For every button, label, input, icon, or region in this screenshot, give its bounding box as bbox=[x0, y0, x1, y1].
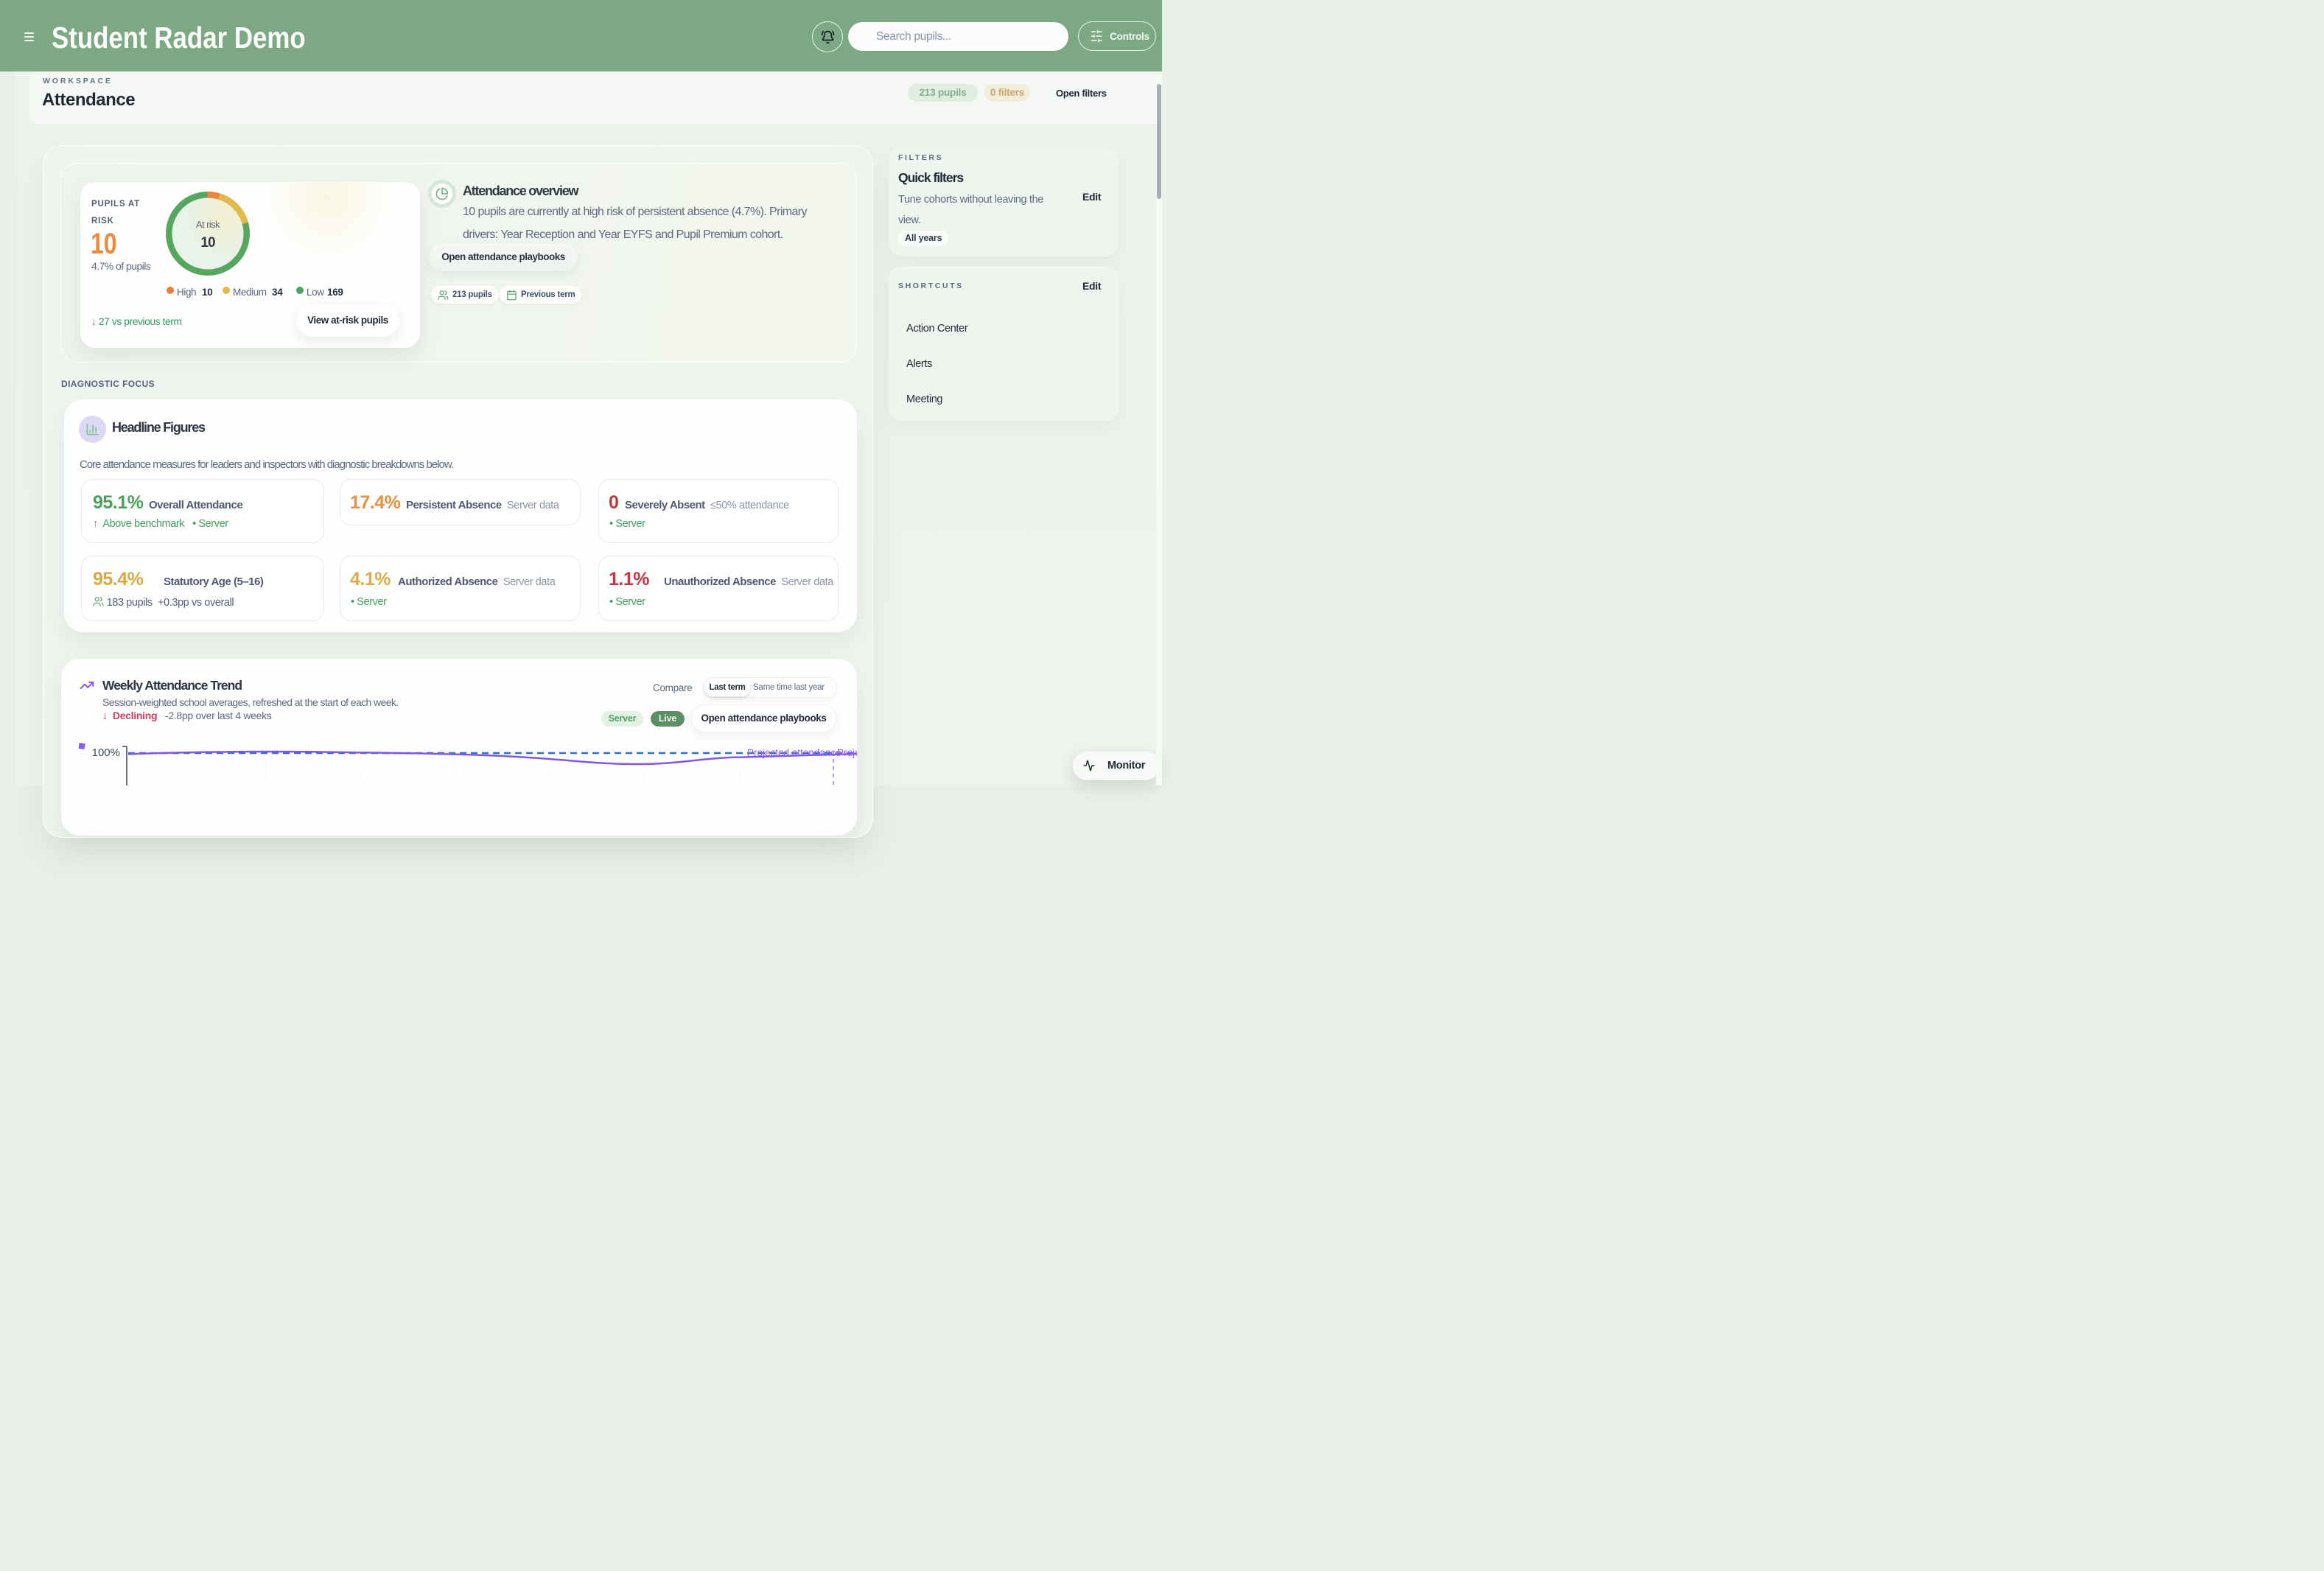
svg-text:Projected attendance: Projected attendance bbox=[747, 747, 841, 758]
svg-text:100%: 100% bbox=[92, 746, 120, 759]
svg-text:At risk: At risk bbox=[196, 219, 220, 230]
svg-text:10: 10 bbox=[200, 235, 215, 251]
svg-text:Projec: Projec bbox=[837, 747, 857, 758]
